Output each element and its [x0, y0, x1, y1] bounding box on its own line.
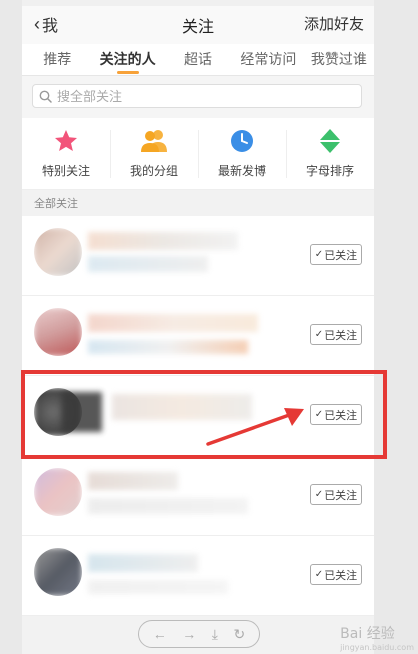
- tab-frequent[interactable]: 经常访问: [233, 44, 303, 75]
- latest-posts-label: 最新发博: [217, 164, 266, 178]
- back-button[interactable]: ‹ 我: [34, 12, 58, 36]
- tab-liked[interactable]: 我赞过谁: [304, 44, 374, 75]
- download-icon[interactable]: ⤓: [212, 626, 218, 643]
- watermark: Bai 经验 jingyan.baidu.com: [340, 626, 414, 652]
- alphabetical-sort-button[interactable]: 字母排序: [286, 118, 374, 189]
- my-groups-label: 我的分组: [129, 164, 178, 178]
- tab-bar: 推荐 关注的人 超话 经常访问 我赞过谁: [22, 44, 374, 76]
- list-item[interactable]: ✓ 已关注: [22, 456, 374, 536]
- top-nav: ‹ 我 关注 添加好友: [22, 0, 374, 44]
- following-button[interactable]: ✓ 已关注: [310, 564, 362, 585]
- check-icon: ✓: [314, 569, 324, 580]
- following-button[interactable]: ✓ 已关注: [310, 404, 362, 425]
- list-item[interactable]: ✓ 已关注: [22, 296, 374, 376]
- tab-following[interactable]: 关注的人: [92, 44, 162, 75]
- tab-recommend[interactable]: 推荐: [22, 44, 92, 75]
- status-bar: [22, 0, 374, 6]
- group-icon: [141, 130, 167, 152]
- tab-super-topic[interactable]: 超话: [163, 44, 233, 75]
- special-follow-button[interactable]: 特别关注: [22, 118, 110, 189]
- username-placeholder: [88, 554, 198, 572]
- username-placeholder: [112, 394, 252, 420]
- search-box[interactable]: [32, 84, 362, 108]
- bio-placeholder: [88, 580, 228, 594]
- following-list: ✓ 已关注 ✓ 已关注 ✓ 已关注 ✓ 已关注 ✓ 已关注: [22, 216, 374, 616]
- arrow-left-icon[interactable]: ←: [153, 626, 167, 642]
- avatar: [34, 468, 82, 516]
- browser-toolbar: ← → ⤓ ↻: [138, 620, 260, 648]
- avatar: [34, 548, 82, 596]
- list-item[interactable]: ✓ 已关注: [22, 216, 374, 296]
- username-placeholder: [88, 472, 178, 490]
- star-icon: [55, 130, 77, 151]
- back-label: 我: [42, 18, 59, 35]
- username-placeholder: [62, 392, 102, 432]
- latest-posts-button[interactable]: 最新发博: [198, 118, 286, 189]
- alphabetical-sort-label: 字母排序: [305, 164, 354, 178]
- refresh-icon[interactable]: ↻: [234, 626, 246, 643]
- list-item[interactable]: ✓ 已关注: [22, 536, 374, 616]
- bio-placeholder: [88, 256, 208, 272]
- check-icon: ✓: [314, 249, 324, 260]
- search-icon: [39, 90, 52, 103]
- my-groups-button[interactable]: 我的分组: [110, 118, 198, 189]
- following-button[interactable]: ✓ 已关注: [310, 484, 362, 505]
- section-header: 全部关注: [22, 190, 374, 216]
- check-icon: ✓: [314, 489, 324, 500]
- app-screen: ‹ 我 关注 添加好友 推荐 关注的人 超话 经常访问 我赞过谁 特别关注: [22, 0, 374, 654]
- clock-icon: [231, 130, 253, 152]
- special-follow-label: 特别关注: [41, 164, 90, 178]
- username-placeholder: [88, 232, 238, 250]
- username-placeholder: [88, 314, 258, 332]
- quick-actions: 特别关注 我的分组 最新发博 字母排序: [22, 118, 374, 190]
- avatar: [34, 308, 82, 356]
- following-button[interactable]: ✓ 已关注: [310, 324, 362, 345]
- bio-placeholder: [88, 498, 248, 514]
- list-item[interactable]: ✓ 已关注: [22, 376, 374, 456]
- arrow-right-icon[interactable]: →: [182, 626, 196, 642]
- avatar: [34, 228, 82, 276]
- add-friend-button[interactable]: 添加好友: [304, 13, 364, 34]
- check-icon: ✓: [314, 329, 324, 340]
- check-icon: ✓: [314, 409, 324, 420]
- sort-arrows-icon: [320, 129, 340, 153]
- chevron-left-icon: ‹: [34, 14, 40, 34]
- search-input[interactable]: [57, 88, 337, 104]
- bio-placeholder: [88, 340, 248, 354]
- search-area: [22, 76, 374, 118]
- following-button[interactable]: ✓ 已关注: [310, 244, 362, 265]
